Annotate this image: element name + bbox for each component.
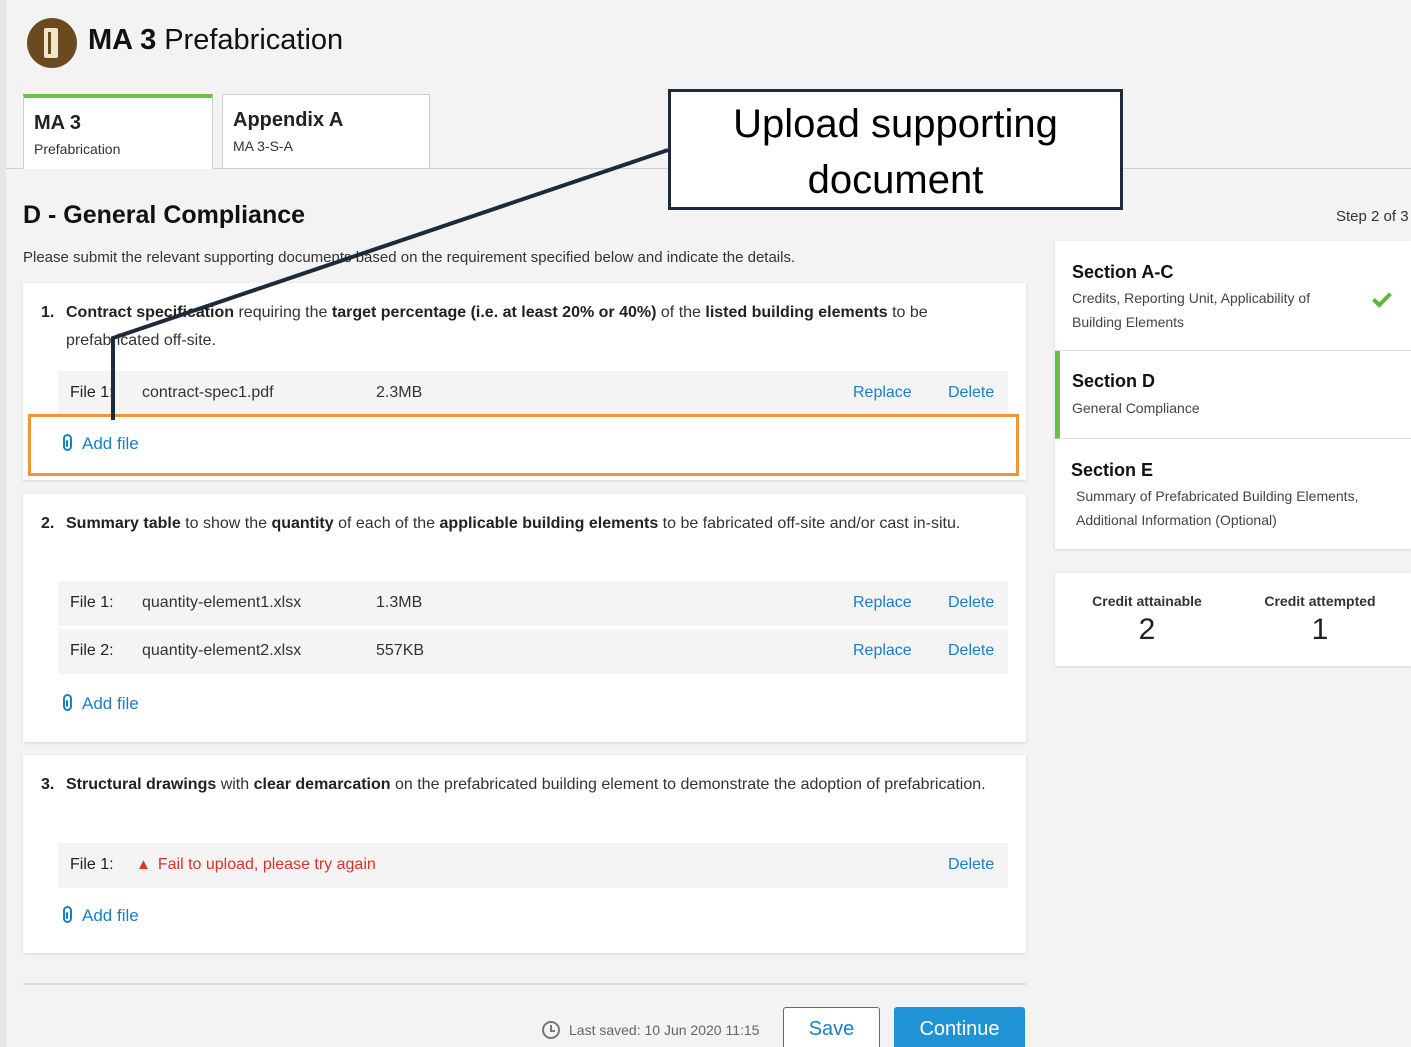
replace-file-link[interactable]: Replace xyxy=(853,642,912,660)
paperclip-icon xyxy=(63,906,72,923)
requirement-number: 2. xyxy=(41,515,55,532)
clock-icon xyxy=(542,1021,560,1039)
file-row: File 1: contract-spec1.pdf 2.3MB Replace… xyxy=(58,371,1008,416)
save-button[interactable]: Save xyxy=(783,1007,880,1047)
sidebar-item-title: Section D xyxy=(1072,371,1156,391)
file-label: File 2: xyxy=(70,642,114,659)
sidebar-item-section-e[interactable]: Section E Summary of Prefabricated Build… xyxy=(1055,439,1411,549)
req-part: applicable building elements xyxy=(439,515,659,532)
last-saved-text: Last saved: 10 Jun 2020 11:15 xyxy=(569,1022,760,1038)
footer-divider xyxy=(23,983,1026,985)
credit-attempted-label: Credit attempted xyxy=(1264,593,1376,609)
req-part: listed building elements xyxy=(705,304,888,321)
credit-attempted-value: 1 xyxy=(1311,613,1329,646)
tab-ma3[interactable]: MA 3 Prefabrication xyxy=(23,94,213,169)
page-title-text: Prefabrication xyxy=(164,24,344,56)
file-name: quantity-element2.xlsx xyxy=(142,642,302,659)
left-edge-bar xyxy=(0,0,6,1047)
file-size: 1.3MB xyxy=(376,594,423,611)
delete-file-link[interactable]: Delete xyxy=(948,384,994,402)
tab-appendix-a[interactable]: Appendix A MA 3-S-A xyxy=(222,94,430,169)
req-part: to show the xyxy=(180,515,272,532)
requirement-text: 3. Structural drawings with clear demarc… xyxy=(41,771,1001,799)
file-label: File 1: xyxy=(70,384,114,401)
credit-attainable-value: 2 xyxy=(1138,613,1156,646)
sidebar-item-section-d[interactable]: Section D General Compliance xyxy=(1055,351,1411,439)
section-intro: Please submit the relevant supporting do… xyxy=(23,249,796,266)
continue-button[interactable]: Continue xyxy=(894,1007,1025,1047)
requirement-card-2: 2. Summary table to show the quantity of… xyxy=(23,494,1026,742)
page-title-code: MA 3 xyxy=(88,24,157,56)
req-part: Structural drawings xyxy=(66,776,217,793)
tab-label: Appendix A xyxy=(233,109,344,131)
credits-panel: Credit attainable 2 Credit attempted 1 xyxy=(1055,573,1411,666)
requirement-number: 1. xyxy=(41,304,55,321)
app-logo-icon xyxy=(27,18,77,68)
delete-file-link[interactable]: Delete xyxy=(948,642,994,660)
sidebar-item-title: Section A-C xyxy=(1072,262,1174,282)
tab-label: MA 3 xyxy=(34,112,82,134)
last-saved-status: Last saved: 10 Jun 2020 11:15 xyxy=(542,1021,759,1039)
sidebar-item-section-a-c[interactable]: Section A-C Credits, Reporting Unit, App… xyxy=(1055,241,1411,351)
file-label: File 1: xyxy=(70,856,114,873)
credit-attempted: Credit attempted 1 xyxy=(1245,593,1395,647)
paperclip-icon xyxy=(63,694,72,711)
req-part: with xyxy=(216,776,254,793)
file-label: File 1: xyxy=(70,594,114,611)
req-part: of the xyxy=(656,304,706,321)
page-title: MA 3 Prefabrication xyxy=(88,24,343,57)
sidebar-item-desc: Credits, Reporting Unit, Applicability o… xyxy=(1072,290,1311,330)
add-file-highlight-box xyxy=(28,414,1019,476)
add-file-label: Add file xyxy=(82,906,139,925)
sidebar-item-title: Section E xyxy=(1071,460,1154,480)
add-file-button[interactable]: Add file xyxy=(63,906,139,926)
req-part: target percentage (i.e. at least 20% or … xyxy=(331,304,657,321)
file-row: File 2: quantity-element2.xlsx 557KB Rep… xyxy=(58,629,1008,674)
add-file-button[interactable]: Add file xyxy=(63,694,139,714)
tab-sublabel: Prefabrication xyxy=(34,141,121,157)
req-part: Contract specification xyxy=(66,304,235,321)
credit-attainable: Credit attainable 2 xyxy=(1072,593,1222,647)
checkmark-icon xyxy=(1372,288,1392,308)
callout-annotation: Upload supporting document xyxy=(668,89,1123,210)
file-size: 2.3MB xyxy=(376,384,423,401)
requirement-card-3: 3. Structural drawings with clear demarc… xyxy=(23,755,1026,953)
credit-attainable-label: Credit attainable xyxy=(1092,593,1202,609)
replace-file-link[interactable]: Replace xyxy=(853,384,912,402)
req-part: Summary table xyxy=(66,515,181,532)
upload-error-message: Fail to upload, please try again xyxy=(136,856,376,874)
tab-sublabel: MA 3-S-A xyxy=(233,138,293,154)
req-part: on the prefabricated building element to… xyxy=(390,776,986,793)
req-part: clear demarcation xyxy=(253,776,391,793)
file-name: quantity-element1.xlsx xyxy=(142,594,302,611)
delete-file-link[interactable]: Delete xyxy=(948,594,994,612)
step-indicator: Step 2 of 3 xyxy=(1336,208,1409,225)
delete-file-link[interactable]: Delete xyxy=(948,856,994,874)
requirement-text: 2. Summary table to show the quantity of… xyxy=(41,510,1001,538)
requirement-number: 3. xyxy=(41,776,55,793)
req-part: quantity xyxy=(271,515,334,532)
req-part: of each of the xyxy=(333,515,440,532)
section-navigation: Section A-C Credits, Reporting Unit, App… xyxy=(1055,241,1411,549)
req-part: requiring the xyxy=(234,304,332,321)
section-heading: D - General Compliance xyxy=(23,201,306,229)
sidebar-item-desc: Summary of Prefabricated Building Elemen… xyxy=(1076,488,1359,528)
requirement-text: 1. Contract specification requiring the … xyxy=(41,299,1001,355)
sidebar-item-desc: General Compliance xyxy=(1072,400,1200,416)
file-row-error: File 1: Fail to upload, please try again… xyxy=(58,843,1008,888)
req-part: to be fabricated off-site and/or cast in… xyxy=(658,515,961,532)
file-name: contract-spec1.pdf xyxy=(142,384,274,401)
file-size: 557KB xyxy=(376,642,425,659)
add-file-label: Add file xyxy=(82,694,139,713)
replace-file-link[interactable]: Replace xyxy=(853,594,912,612)
file-row: File 1: quantity-element1.xlsx 1.3MB Rep… xyxy=(58,581,1008,626)
